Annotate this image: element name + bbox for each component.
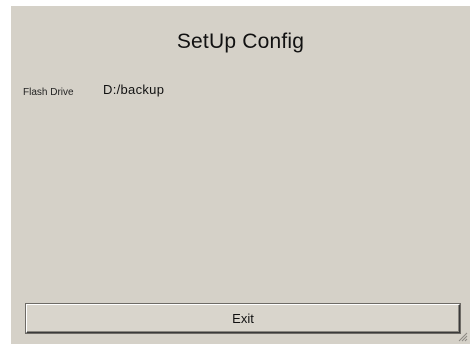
page-title: SetUp Config	[176, 30, 305, 53]
flash-drive-path[interactable]: D:/backup	[103, 82, 164, 97]
exit-button-label: Exit	[232, 311, 254, 326]
flash-drive-setting: Flash Drive D:/backup	[23, 82, 443, 102]
flash-drive-label: Flash Drive	[23, 87, 74, 98]
setup-config-window: SetUp Config Flash Drive D:/backup Exit	[11, 6, 470, 344]
resize-grip-icon[interactable]	[457, 331, 468, 342]
exit-button[interactable]: Exit	[26, 304, 460, 333]
